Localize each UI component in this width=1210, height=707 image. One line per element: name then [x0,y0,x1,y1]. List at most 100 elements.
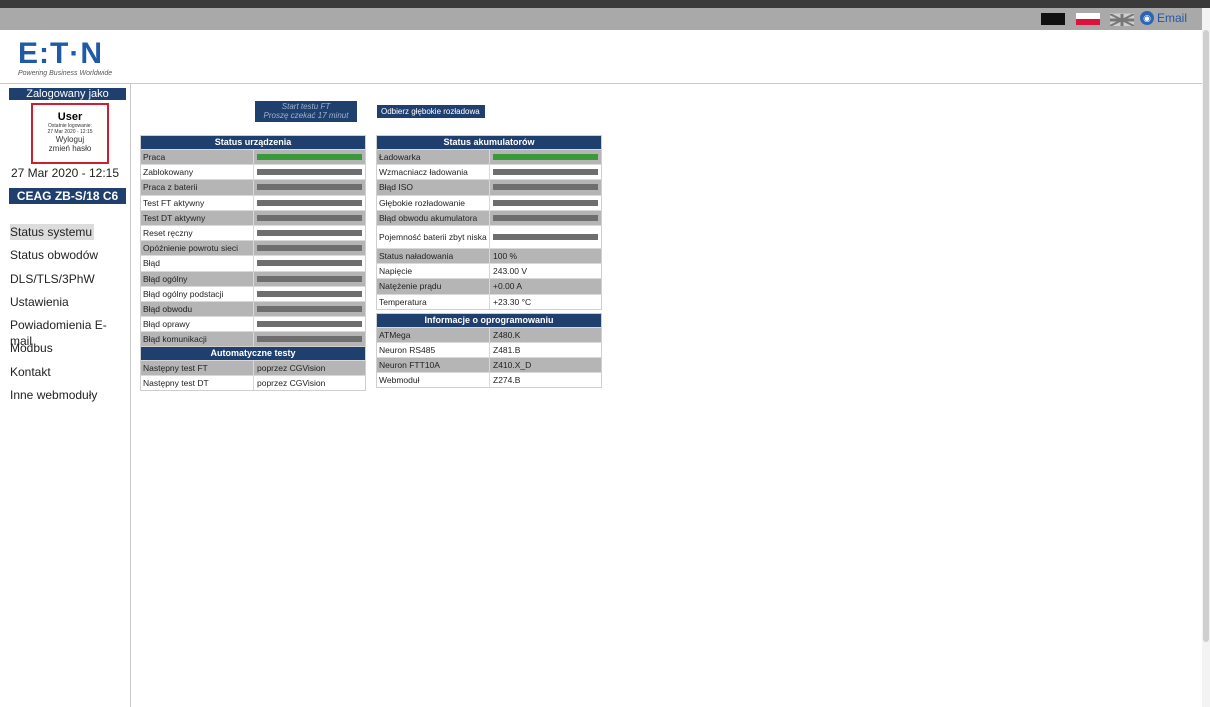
status-bar-inactive [257,290,362,297]
row-value: Z410.X_D [489,358,601,372]
change-password-link[interactable]: zmień hasło [33,144,107,153]
nav-label: Inne webmoduły [10,388,98,403]
status-bar-inactive [257,336,362,343]
table-row: ATMega Z480.K [377,327,601,342]
page-header: E:T·N Powering Business Worldwide [0,30,1202,84]
status-indicator [253,225,365,241]
nav-label: Kontakt [10,364,51,379]
user-name: User [57,111,83,123]
nav-ustawienia[interactable]: Ustawienia [10,294,130,317]
status-bar-inactive [257,214,362,221]
row-label: Praca [143,152,166,163]
table-row: Neuron RS485 Z481.B [377,342,601,357]
table-row: Błąd komunikacji [141,331,365,347]
current-datetime: 27 Mar 2020 - 12:15 [10,166,120,180]
row-label: Błąd ogólny podstacji [143,288,224,299]
start-ft-test-button[interactable]: Start testu FT Proszę czekać 17 minut [255,101,357,122]
status-indicator [253,195,365,210]
device-name: CEAG ZB-S/18 C6 [9,188,126,204]
status-indicator [489,195,601,210]
table-row: Zablokowany [141,164,365,180]
nav-status-obwodow[interactable]: Status obwodów [10,247,130,270]
software-info-panel: Informacje o oprogramowaniu ATMega Z480.K… [376,313,602,388]
polish-flag-icon[interactable] [1076,13,1100,25]
top-bar: ◉ Email [0,8,1202,30]
table-row: Reset ręczny [141,224,365,241]
status-indicator [253,317,365,332]
software-info-title: Informacje o oprogramowaniu [377,314,601,327]
battery-status-panel: Status akumulatorów Ładowarka Wzmacniacz … [376,135,602,310]
status-indicator [489,210,601,225]
table-row: Błąd ISO [377,179,601,195]
nav-powiadomienia-email[interactable]: Powiadomienia E-mail [10,317,130,348]
status-bar-inactive [493,169,598,176]
row-label: Neuron RS485 [379,345,436,355]
nav-dls-tls-3phw[interactable]: DLS/TLS/3PhW [10,271,130,294]
table-row: Natężenie prądu +0.00 A [377,278,601,294]
row-label: Test DT aktywny [143,212,206,223]
row-label: Natężenie prądu [379,281,442,292]
row-label: Głębokie rozładowanie [379,197,465,208]
nav-label: DLS/TLS/3PhW [10,271,95,286]
table-row: Następny test DT poprzez CGVision [141,375,365,390]
row-label: Następny test DT [143,378,209,388]
ack-deep-discharge-button[interactable]: Odbierz głębokie rozładowa [377,105,485,118]
vertical-scrollbar[interactable] [1202,8,1210,707]
row-label: Ładowarka [379,152,421,163]
table-row: Temperatura +23.30 °C [377,293,601,309]
row-label: Błąd [143,258,161,269]
table-row: Webmoduł Z274.B [377,372,601,387]
table-row: Błąd obwodu akumulatora [377,209,601,225]
table-row: Test DT aktywny [141,209,365,225]
uk-flag-icon[interactable] [1109,13,1135,27]
battery-status-title: Status akumulatorów [377,136,601,149]
status-indicator [489,165,601,180]
row-label: Błąd komunikacji [143,334,207,345]
logged-in-header: Zalogowany jako [9,88,126,100]
german-flag-icon[interactable] [1041,13,1065,25]
status-indicator [253,286,365,301]
email-link[interactable]: ◉ Email [1140,11,1187,25]
nav-status-systemu[interactable]: Status systemu [10,224,130,247]
table-row: Napięcie 243.00 V [377,263,601,279]
row-label: Webmoduł [379,375,420,385]
status-bar-inactive [257,230,362,237]
status-indicator [253,150,365,165]
nav-modbus[interactable]: Modbus [10,340,130,363]
table-row: Błąd [141,255,365,271]
table-row: Wzmacniacz ładowania [377,164,601,180]
row-label: Temperatura [379,296,427,307]
row-label: Wzmacniacz ładowania [379,167,468,178]
eaton-logo: E:T·N [18,37,103,70]
status-indicator [489,180,601,195]
logout-link[interactable]: Wyloguj [33,135,107,144]
row-label: Praca z baterii [143,182,198,193]
sidebar: Zalogowany jako User Ostatnie logowanie:… [0,84,131,707]
nav-kontakt[interactable]: Kontakt [10,364,130,387]
row-label: Status naładowania [379,251,454,262]
status-bar-inactive [493,214,598,221]
table-row: Opóźnienie powrotu sieci [141,240,365,256]
status-bar-inactive [257,199,362,206]
table-row: Następny test FT poprzez CGVision [141,360,365,375]
table-row: Test FT aktywny [141,194,365,210]
status-bar-inactive [257,305,362,312]
nav-label: Status obwodów [10,248,99,263]
user-box: User Ostatnie logowanie: 27 Mar 2020 - 1… [31,103,109,164]
nav-inne-webmoduly[interactable]: Inne webmoduły [10,387,130,410]
table-row: Błąd ogólny [141,270,365,286]
status-bar-inactive [257,184,362,191]
scrollbar-thumb[interactable] [1203,30,1209,642]
status-bar-inactive [257,275,362,282]
row-label: ATMega [379,330,411,340]
device-status-title: Status urządzenia [141,136,365,149]
table-row: Błąd obwodu [141,300,365,317]
row-value: Z274.B [489,373,601,387]
table-row: Błąd oprawy [141,316,365,332]
row-value: 100 % [489,248,601,264]
table-row: Ładowarka [377,149,601,165]
ft-button-line2: Proszę czekać 17 minut [263,111,349,120]
row-value: 243.00 V [489,264,601,279]
status-bar-inactive [257,245,362,252]
status-bar-active [493,154,598,161]
